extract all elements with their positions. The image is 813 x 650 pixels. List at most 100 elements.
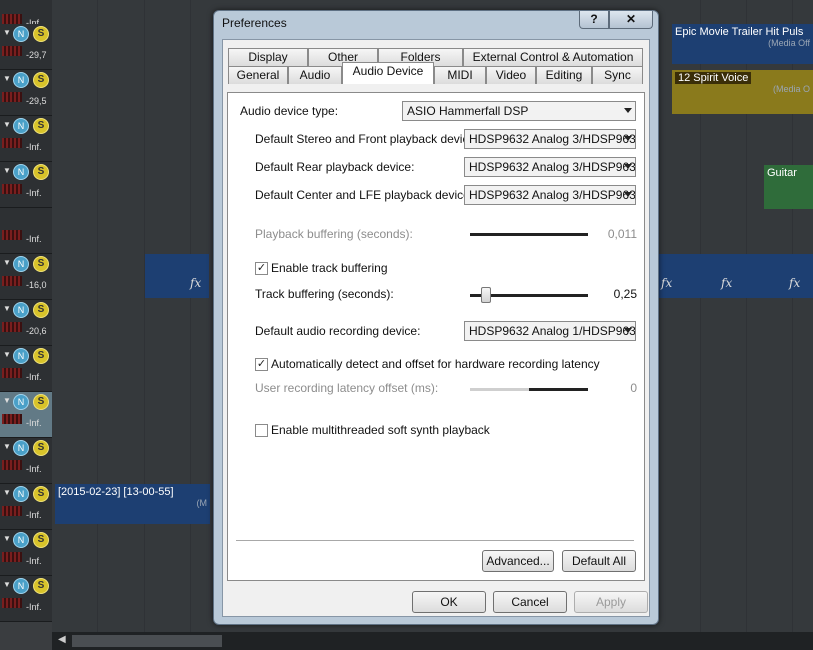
track-header[interactable]: ▼ N S -Inf. [0, 346, 52, 392]
track-header[interactable]: ▼ N S -Inf. [0, 576, 52, 622]
track-fx-icon[interactable]: N [13, 302, 29, 318]
tab-general[interactable]: General [228, 66, 288, 84]
track-fx-icon[interactable]: N [13, 348, 29, 364]
track-fx-icon[interactable]: N [13, 532, 29, 548]
multithread-synth-label[interactable]: Enable multithreaded soft synth playback [271, 423, 490, 437]
solo-icon[interactable]: S [33, 118, 49, 134]
tab-sync[interactable]: Sync [592, 66, 643, 84]
track-level: -Inf. [26, 418, 42, 428]
track-fx-icon[interactable]: N [13, 164, 29, 180]
solo-icon[interactable]: S [33, 302, 49, 318]
solo-icon[interactable]: S [33, 578, 49, 594]
solo-icon[interactable]: S [33, 394, 49, 410]
track-fx-icon[interactable]: N [13, 26, 29, 42]
track-header[interactable]: ▼ N S -Inf. [0, 438, 52, 484]
tab-audio-device[interactable]: Audio Device [342, 62, 434, 84]
track-fx-icon[interactable]: N [13, 440, 29, 456]
track-level: -29,7 [26, 50, 47, 60]
expand-arrow-icon[interactable]: ▼ [3, 488, 11, 497]
tab-external-control[interactable]: External Control & Automation [463, 48, 643, 66]
track-header[interactable]: ▼ N S -20,6 [0, 300, 52, 346]
auto-detect-latency-checkbox[interactable]: ✓ [255, 358, 268, 371]
meter [2, 598, 22, 608]
expand-arrow-icon[interactable]: ▼ [3, 534, 11, 543]
separator [236, 540, 634, 541]
track-header[interactable]: ▼ N S -Inf. [0, 484, 52, 530]
track-level: -Inf. [26, 464, 42, 474]
solo-icon[interactable]: S [33, 440, 49, 456]
track-header[interactable]: ▼ N S -Inf. [0, 392, 52, 438]
track-fx-icon[interactable]: N [13, 394, 29, 410]
expand-arrow-icon[interactable]: ▼ [3, 74, 11, 83]
grid-line [97, 0, 98, 632]
tab-midi[interactable]: MIDI [434, 66, 486, 84]
expand-arrow-icon[interactable]: ▼ [3, 28, 11, 37]
track-fx-icon[interactable]: N [13, 486, 29, 502]
multithread-synth-checkbox[interactable] [255, 424, 268, 437]
tab-editing[interactable]: Editing [536, 66, 592, 84]
audio-device-type-select[interactable]: ASIO Hammerfall DSP [402, 101, 636, 121]
media-clip[interactable]: Guitar [764, 165, 813, 209]
track-header[interactable]: ▼ N S -16,0 [0, 254, 52, 300]
tab-video[interactable]: Video [486, 66, 536, 84]
track-fx-icon[interactable]: N [13, 72, 29, 88]
expand-arrow-icon[interactable]: ▼ [3, 166, 11, 175]
meter [2, 322, 22, 332]
cancel-button[interactable]: Cancel [493, 591, 567, 613]
expand-arrow-icon[interactable]: ▼ [3, 304, 11, 313]
scroll-left-icon[interactable]: ◀ [58, 634, 66, 645]
meter [2, 506, 22, 516]
meter [2, 138, 22, 148]
ok-button[interactable]: OK [412, 591, 486, 613]
solo-icon[interactable]: S [33, 26, 49, 42]
fx-icon: fx [190, 276, 202, 290]
clip-subtitle: (Media Off [768, 38, 810, 48]
fx-icon: fx [721, 276, 733, 290]
solo-icon[interactable]: S [33, 72, 49, 88]
check-icon: ✓ [256, 262, 267, 274]
close-button[interactable]: ✕ [609, 11, 653, 29]
scroll-thumb[interactable] [72, 635, 222, 647]
solo-icon[interactable]: S [33, 256, 49, 272]
enable-track-buffering-label[interactable]: Enable track buffering [271, 261, 388, 275]
media-clip[interactable]: [2015-02-23] [13-00-55] (M [55, 484, 210, 524]
media-clip[interactable]: Epic Movie Trailer Hit Puls (Media Off [672, 24, 813, 64]
expand-arrow-icon[interactable]: ▼ [3, 258, 11, 267]
expand-arrow-icon[interactable]: ▼ [3, 442, 11, 451]
solo-icon[interactable]: S [33, 348, 49, 364]
stereo-playback-select[interactable]: HDSP9632 Analog 3/HDSP9632 [464, 129, 636, 149]
solo-icon[interactable]: S [33, 164, 49, 180]
enable-track-buffering-checkbox[interactable]: ✓ [255, 262, 268, 275]
track-header[interactable]: ▼ N S -Inf. [0, 530, 52, 576]
track-level: -29,5 [26, 96, 47, 106]
recording-device-select[interactable]: HDSP9632 Analog 1/HDSP9632 [464, 321, 636, 341]
solo-icon[interactable]: S [33, 532, 49, 548]
tab-display[interactable]: Display [228, 48, 308, 66]
auto-detect-latency-label[interactable]: Automatically detect and offset for hard… [271, 357, 600, 371]
track-fx-icon[interactable]: N [13, 578, 29, 594]
expand-arrow-icon[interactable]: ▼ [3, 396, 11, 405]
horizontal-scrollbar[interactable]: ◀ [52, 632, 813, 650]
track-fx-icon[interactable]: N [13, 118, 29, 134]
center-lfe-playback-select[interactable]: HDSP9632 Analog 3/HDSP9632 [464, 185, 636, 205]
apply-button[interactable]: Apply [574, 591, 648, 613]
track-header[interactable]: ▼ N S -Inf. [0, 162, 52, 208]
track-fx-icon[interactable]: N [13, 256, 29, 272]
expand-arrow-icon[interactable]: ▼ [3, 120, 11, 129]
track-header[interactable]: ▼ N S -29,5 [0, 70, 52, 116]
advanced-button[interactable]: Advanced... [482, 550, 554, 572]
expand-arrow-icon[interactable]: ▼ [3, 580, 11, 589]
track-header[interactable]: ▼ N S -29,7 [0, 24, 52, 70]
track-buffering-slider-thumb[interactable] [480, 287, 491, 303]
default-all-button[interactable]: Default All [562, 550, 636, 572]
media-clip[interactable]: 12 Spirit Voice (Media O [672, 70, 813, 114]
solo-icon[interactable]: S [33, 486, 49, 502]
tab-audio[interactable]: Audio [288, 66, 342, 84]
track-header[interactable]: ▼ N S -Inf. [0, 116, 52, 162]
track-header[interactable]: -Inf. [0, 208, 52, 254]
media-clip[interactable]: fx fx fx [657, 254, 813, 298]
expand-arrow-icon[interactable]: ▼ [3, 350, 11, 359]
help-button[interactable]: ? [579, 11, 609, 29]
rear-playback-select[interactable]: HDSP9632 Analog 3/HDSP9632 [464, 157, 636, 177]
media-clip[interactable]: fx [145, 254, 209, 298]
